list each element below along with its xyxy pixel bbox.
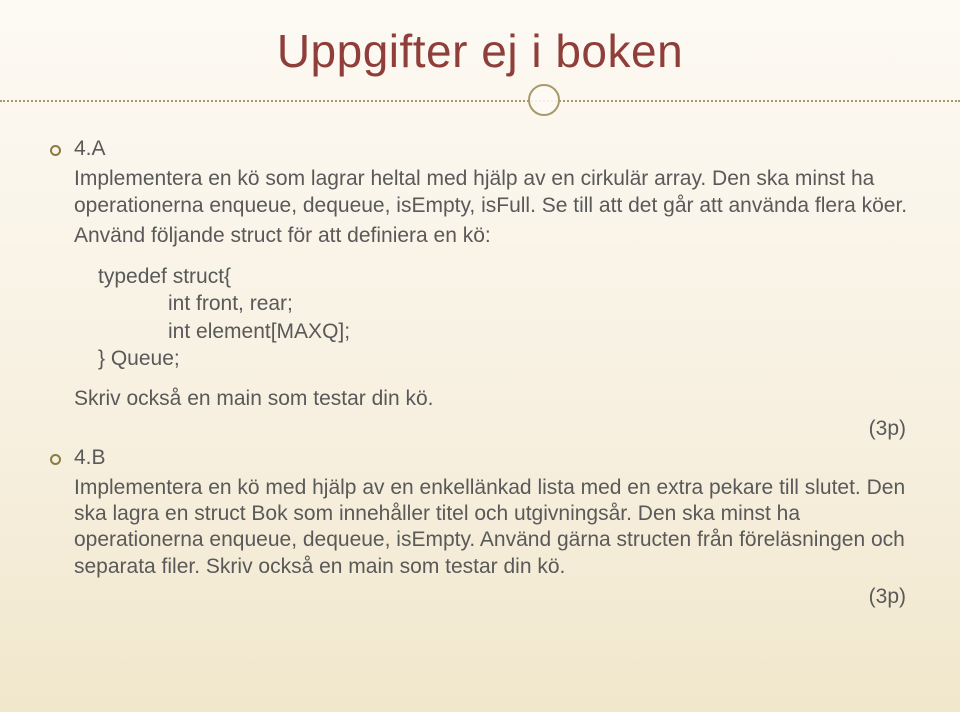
circle-icon — [528, 84, 560, 116]
text-4a-p1: Implementera en kö som lagrar heltal med… — [74, 166, 912, 219]
slide: Uppgifter ej i boken 4.A Implementera en… — [0, 0, 960, 712]
slide-title: Uppgifter ej i boken — [48, 24, 912, 78]
heading-4a: 4.A — [74, 136, 912, 162]
code-line: typedef struct{ — [98, 263, 912, 290]
dotted-line — [0, 100, 960, 102]
code-line: int front, rear; — [98, 290, 912, 317]
title-divider — [48, 84, 912, 118]
bullet-4b: 4.B Implementera en kö med hjälp av en e… — [74, 445, 912, 611]
text-4b-p1: Implementera en kö med hjälp av en enkel… — [74, 475, 912, 580]
code-block: typedef struct{ int front, rear; int ele… — [98, 263, 912, 372]
text-4a-p3: Skriv också en main som testar din kö. — [74, 386, 912, 412]
score-4b: (3p) — [74, 584, 912, 610]
text-4a-p2: Använd följande struct för att definiera… — [74, 223, 912, 249]
slide-body: 4.A Implementera en kö som lagrar heltal… — [48, 136, 912, 610]
code-line: } Queue; — [98, 345, 912, 372]
heading-4b: 4.B — [74, 445, 912, 471]
bullet-4a: 4.A Implementera en kö som lagrar heltal… — [74, 136, 912, 443]
code-line: int element[MAXQ]; — [98, 318, 912, 345]
score-4a: (3p) — [74, 416, 912, 442]
